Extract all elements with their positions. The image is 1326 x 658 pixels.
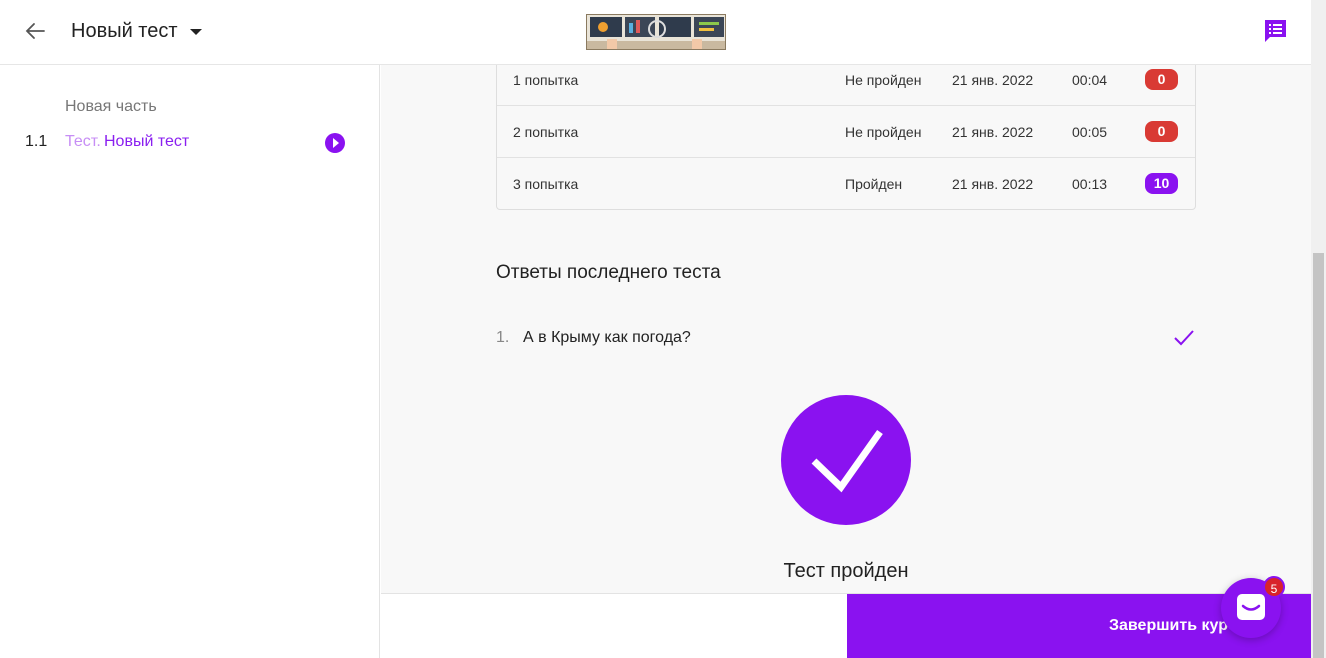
scrollbar[interactable] bbox=[1311, 0, 1326, 658]
back-arrow-icon[interactable] bbox=[22, 18, 48, 44]
attempt-date: 21 янв. 2022 bbox=[952, 72, 1034, 88]
page-title: Новый тест bbox=[71, 20, 178, 42]
table-row: 3 попытка Пройден 21 янв. 2022 00:13 10 bbox=[497, 158, 1195, 210]
attempt-time: 00:04 bbox=[1072, 72, 1108, 88]
table-row: 2 попытка Не пройден 21 янв. 2022 00:05 … bbox=[497, 106, 1195, 158]
answers-heading: Ответы последнего теста bbox=[496, 262, 721, 283]
chevron-down-icon bbox=[189, 28, 202, 35]
attempt-status: Пройден bbox=[845, 176, 903, 192]
lesson-name: Новый тест bbox=[104, 133, 190, 150]
course-sidebar: Новая часть 1.1 Тест. Новый тест bbox=[0, 65, 380, 658]
attempt-status: Не пройден bbox=[845, 124, 922, 140]
play-icon[interactable] bbox=[325, 133, 345, 153]
success-check-icon bbox=[781, 395, 911, 525]
attempt-name: 1 попытка bbox=[513, 72, 579, 88]
school-logo bbox=[586, 14, 726, 50]
lesson-number: 1.1 bbox=[25, 133, 48, 150]
attempt-status: Не пройден bbox=[845, 72, 922, 88]
lessons-list-icon[interactable] bbox=[1263, 18, 1288, 43]
attempts-table: 1 попытка Не пройден 21 янв. 2022 00:04 … bbox=[496, 65, 1196, 210]
top-bar: Новый тест bbox=[0, 0, 1311, 65]
score-badge: 10 bbox=[1145, 173, 1178, 194]
notification-badge: 5 bbox=[1263, 576, 1285, 598]
attempt-name: 3 попытка bbox=[513, 176, 579, 192]
attempt-date: 21 янв. 2022 bbox=[952, 124, 1034, 140]
sidebar-item-lesson[interactable]: 1.1 Тест. Новый тест bbox=[0, 129, 379, 155]
question-text: А в Крыму как погода? bbox=[523, 329, 691, 346]
lesson-type-label: Тест. bbox=[65, 133, 101, 150]
course-title-dropdown[interactable]: Новый тест bbox=[71, 20, 202, 43]
finish-course-label: Завершить курс bbox=[1109, 617, 1237, 634]
main-content: 1 попытка Не пройден 21 янв. 2022 00:04 … bbox=[381, 65, 1311, 593]
attempt-time: 00:05 bbox=[1072, 124, 1108, 140]
section-title: Новая часть bbox=[65, 98, 157, 115]
scrollbar-thumb[interactable] bbox=[1313, 253, 1324, 658]
question-number: 1. bbox=[496, 329, 510, 346]
attempt-time: 00:13 bbox=[1072, 176, 1108, 192]
attempt-name: 2 попытка bbox=[513, 124, 579, 140]
score-badge: 0 bbox=[1145, 69, 1178, 90]
attempt-date: 21 янв. 2022 bbox=[952, 176, 1034, 192]
table-row: 1 попытка Не пройден 21 янв. 2022 00:04 … bbox=[497, 65, 1195, 106]
result-label: Тест пройден bbox=[783, 560, 909, 582]
check-icon bbox=[1173, 328, 1195, 348]
score-badge: 0 bbox=[1145, 121, 1178, 142]
